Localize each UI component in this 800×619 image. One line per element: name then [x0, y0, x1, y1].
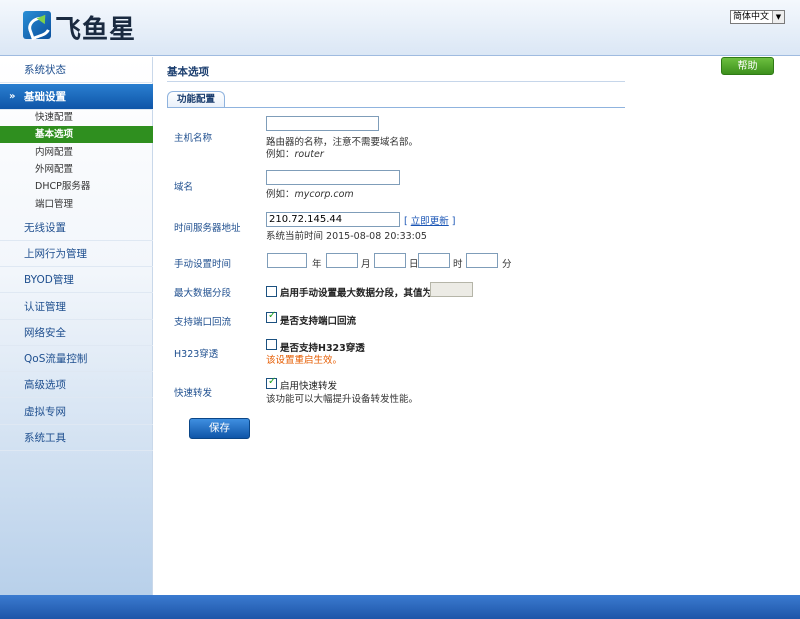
- domain-input[interactable]: [266, 170, 400, 185]
- loopback-label: 支持端口回流: [174, 317, 232, 328]
- minute-input[interactable]: [466, 253, 498, 268]
- current-system-time: 系统当前时间 2015-08-08 20:33:05: [266, 231, 427, 242]
- sidebar-item-advanced[interactable]: 高级选项: [0, 372, 153, 398]
- sidebar-item-byod[interactable]: BYOD管理: [0, 267, 153, 293]
- sidebar: 系统状态 » 基础设置 快速配置 基本选项 内网配置 外网配置 DHCP服务器 …: [0, 57, 153, 595]
- sidebar-subitem-wan-config[interactable]: 外网配置: [0, 161, 153, 178]
- sidebar-item-auth[interactable]: 认证管理: [0, 294, 153, 320]
- minute-unit: 分: [502, 259, 512, 270]
- fast-forward-label: 快速转发: [174, 388, 213, 399]
- sidebar-item-label: 基础设置: [24, 91, 66, 103]
- sidebar-subitem-port-management[interactable]: 端口管理: [0, 196, 153, 213]
- sidebar-item-behavior-management[interactable]: 上网行为管理: [0, 241, 153, 267]
- double-chevron-down-icon: »: [9, 91, 16, 102]
- logo-icon: [23, 11, 51, 39]
- mss-checkbox-label: 启用手动设置最大数据分段，其值为：: [280, 288, 442, 299]
- header: 飞鱼星 简体中文 ▼: [0, 0, 800, 56]
- hostname-example: 例如：router: [266, 149, 324, 160]
- month-input[interactable]: [326, 253, 358, 268]
- loopback-checkbox-label: 是否支持端口回流: [280, 316, 357, 327]
- hour-input[interactable]: [418, 253, 450, 268]
- sidebar-item-qos[interactable]: QoS流量控制: [0, 346, 153, 372]
- day-input[interactable]: [374, 253, 406, 268]
- sidebar-item-wireless[interactable]: 无线设置: [0, 215, 153, 241]
- title-divider: [167, 81, 625, 82]
- ntp-server-label: 时间服务器地址: [174, 223, 241, 234]
- year-unit: 年: [312, 259, 322, 270]
- footer: [0, 595, 800, 619]
- sidebar-item-system-status[interactable]: 系统状态: [0, 57, 153, 83]
- update-now-link[interactable]: [ 立即更新 ]: [404, 213, 455, 227]
- fast-forward-checkbox[interactable]: [266, 376, 277, 389]
- hour-unit: 时: [453, 259, 463, 270]
- page-title: 基本选项: [167, 66, 209, 78]
- chevron-down-icon: ▼: [772, 11, 784, 23]
- tab-divider: [167, 107, 625, 108]
- domain-label: 域名: [174, 182, 194, 193]
- month-unit: 月: [361, 259, 371, 270]
- hostname-input[interactable]: [266, 116, 379, 131]
- logo-text: 飞鱼星: [55, 15, 137, 45]
- loopback-checkbox[interactable]: [266, 310, 277, 323]
- ntp-server-input[interactable]: 210.72.145.44: [266, 212, 400, 227]
- language-select-value: 简体中文: [733, 12, 770, 22]
- mss-checkbox[interactable]: [266, 286, 277, 297]
- h323-label: H323穿透: [174, 349, 219, 360]
- sidebar-item-security[interactable]: 网络安全: [0, 320, 153, 346]
- sidebar-subitem-basic-options[interactable]: 基本选项: [0, 126, 153, 143]
- mss-value-input[interactable]: [430, 282, 473, 297]
- fast-forward-checkbox-label: 启用快速转发: [280, 381, 338, 392]
- save-button[interactable]: 保存: [189, 418, 250, 439]
- sidebar-subitem-quick-config[interactable]: 快速配置: [0, 109, 153, 126]
- year-input[interactable]: [267, 253, 307, 268]
- fast-forward-hint: 该功能可以大幅提升设备转发性能。: [266, 394, 419, 405]
- logo: 飞鱼星: [23, 11, 153, 45]
- language-select[interactable]: 简体中文 ▼: [730, 10, 785, 24]
- h323-checkbox[interactable]: [266, 339, 277, 350]
- help-button[interactable]: 帮助: [721, 57, 774, 75]
- h323-warning: 该设置重启生效。: [266, 355, 343, 366]
- sidebar-item-vpn[interactable]: 虚拟专网: [0, 399, 153, 425]
- mss-label: 最大数据分段: [174, 288, 232, 299]
- sidebar-item-system-tools[interactable]: 系统工具: [0, 425, 153, 451]
- sidebar-subitem-dhcp-server[interactable]: DHCP服务器: [0, 178, 153, 195]
- hostname-label: 主机名称: [174, 133, 213, 144]
- tab-function-config[interactable]: 功能配置: [167, 91, 225, 108]
- sidebar-item-basic-settings[interactable]: » 基础设置: [0, 84, 153, 110]
- domain-example: 例如：mycorp.com: [266, 189, 354, 200]
- sidebar-subitem-lan-config[interactable]: 内网配置: [0, 144, 153, 161]
- manual-time-label: 手动设置时间: [174, 259, 232, 270]
